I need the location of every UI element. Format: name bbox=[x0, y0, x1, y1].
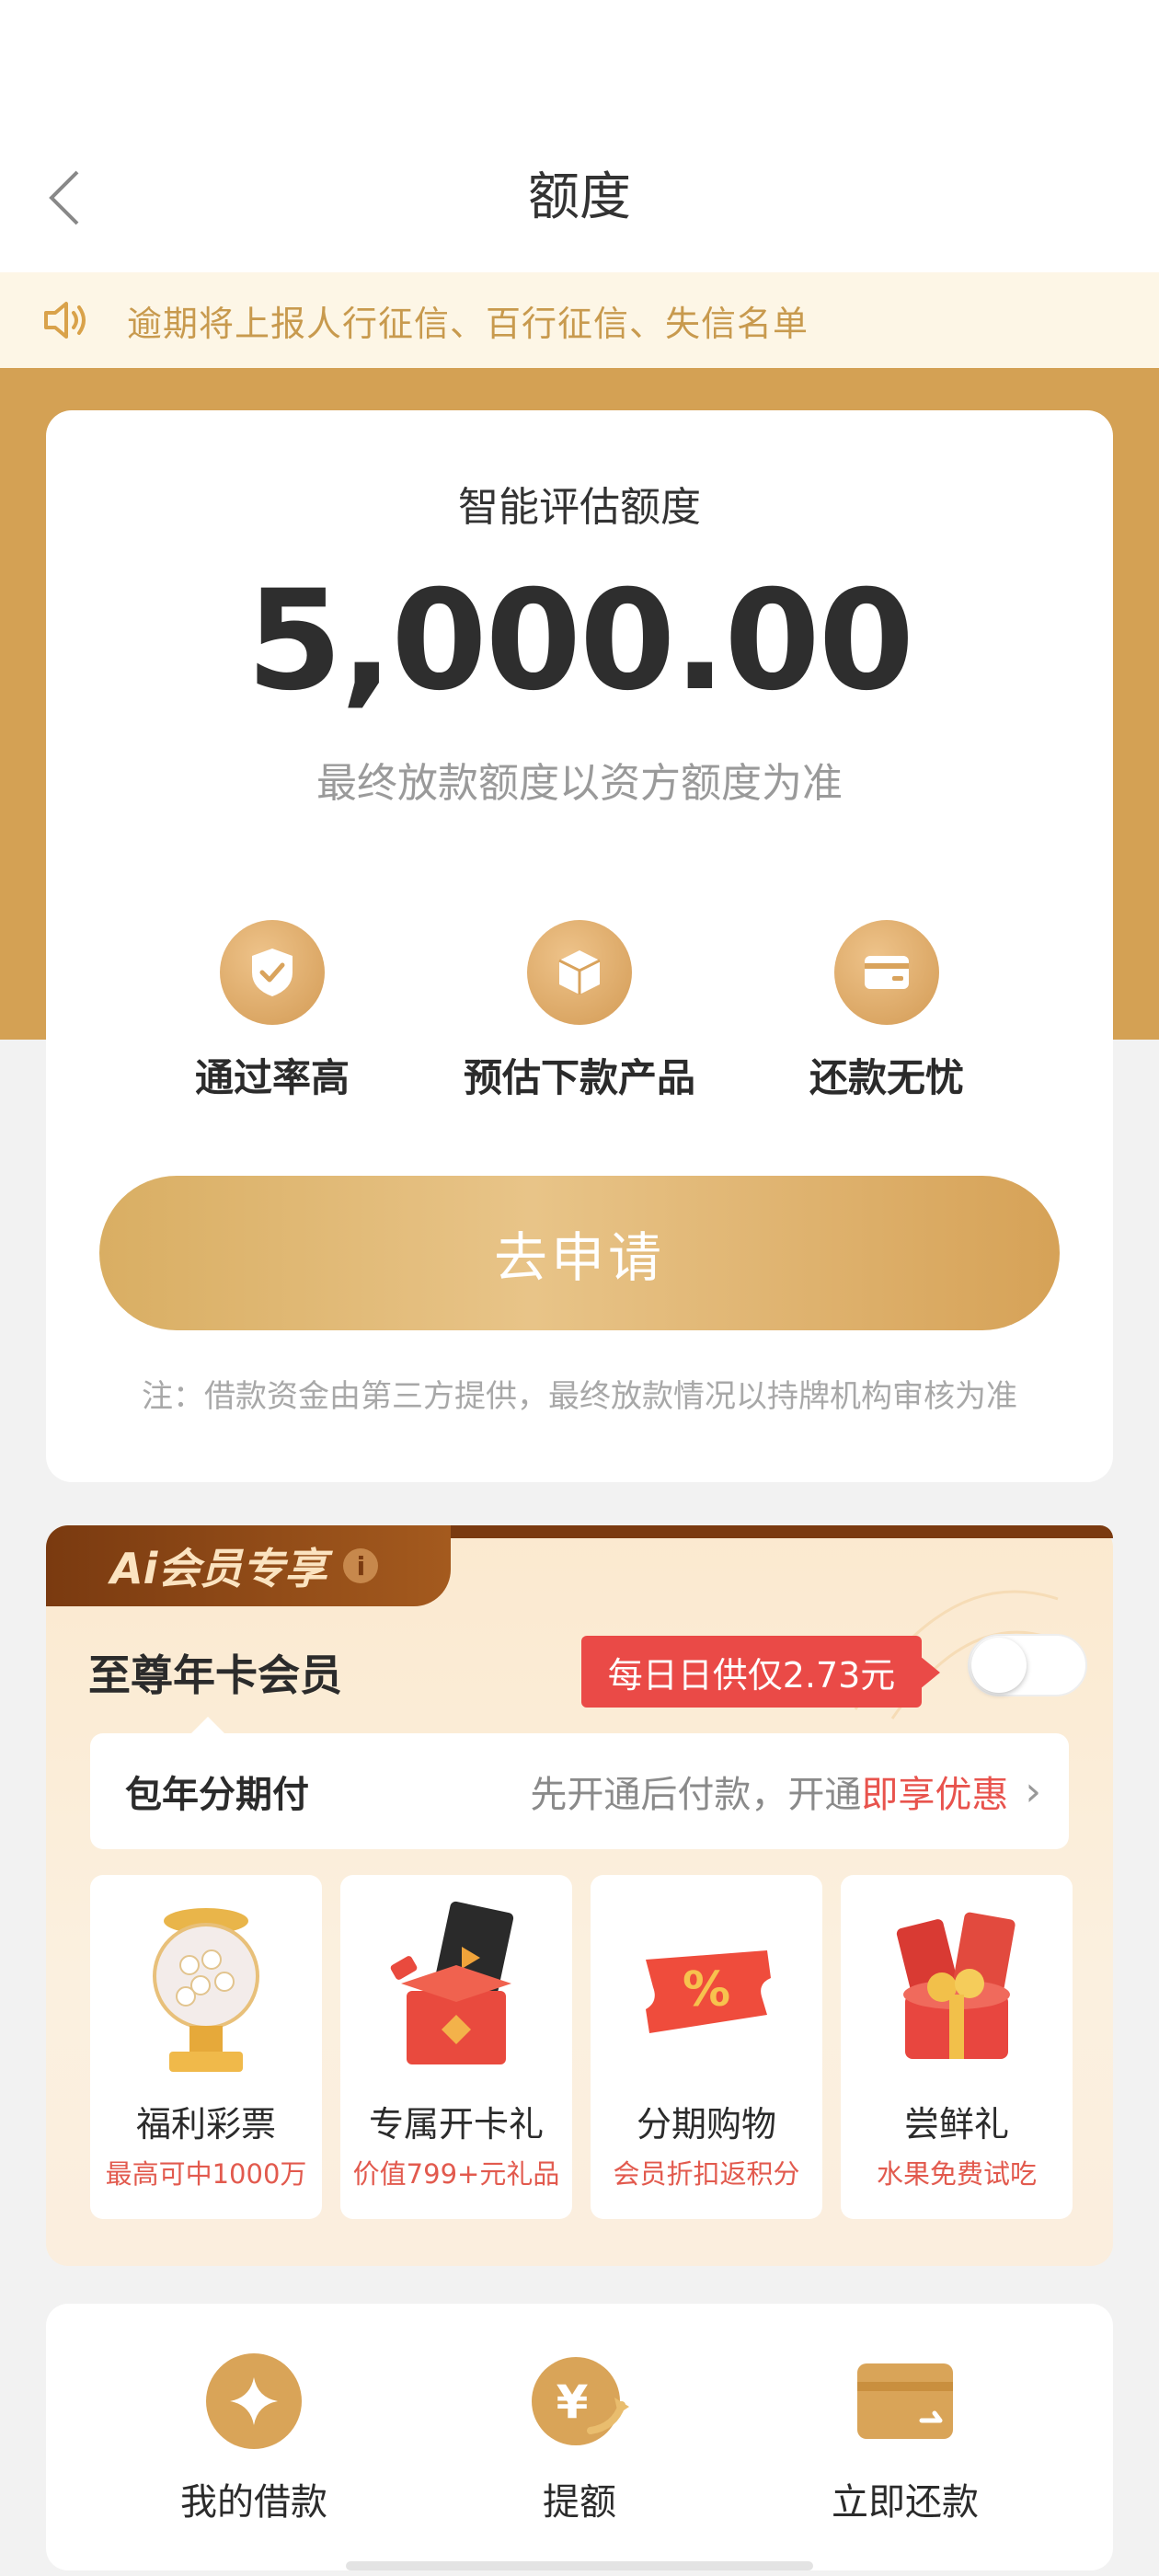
nav-label: 我的借款 bbox=[180, 2481, 327, 2524]
nav-my-loans[interactable]: 我的借款 bbox=[116, 2351, 392, 2525]
installment-pointer bbox=[191, 1717, 224, 1733]
card-icon bbox=[834, 920, 939, 1025]
notice-text: 逾期将上报人行征信、百行征信、失信名单 bbox=[127, 303, 809, 344]
box-icon bbox=[527, 920, 632, 1025]
quota-note: 最终放款额度以资方额度为准 bbox=[316, 760, 843, 807]
shield-check-icon bbox=[220, 920, 325, 1025]
page-title: 额度 bbox=[528, 167, 631, 227]
apply-button[interactable]: 去申请 bbox=[99, 1176, 1060, 1330]
nav-label: 提额 bbox=[543, 2481, 616, 2524]
perk-fresh-gift[interactable]: 尝鲜礼 水果免费试吃 bbox=[841, 1875, 1073, 2219]
perk-lottery[interactable]: 福利彩票 最高可中1000万 bbox=[90, 1875, 322, 2219]
yen-up-icon: ¥ bbox=[529, 2351, 630, 2452]
price-badge: 每日日供仅2.73元 bbox=[581, 1636, 922, 1708]
repay-card-icon bbox=[855, 2351, 956, 2452]
red-envelope-icon bbox=[896, 1912, 1016, 2059]
notice-bar: 逾期将上报人行征信、百行征信、失信名单 bbox=[0, 272, 1159, 368]
diamond-icon bbox=[203, 2351, 304, 2452]
member-tab-label: Ai会员专享 bbox=[110, 1544, 327, 1593]
speaker-icon bbox=[44, 302, 86, 339]
vip-title: 至尊年卡会员 bbox=[88, 1650, 342, 1700]
perk-card-gift[interactable]: 专属开卡礼 价值799+元礼品 bbox=[340, 1875, 572, 2219]
perk-title: 福利彩票 bbox=[135, 2104, 276, 2145]
price-badge-text: 每日日供仅2.73元 bbox=[607, 1654, 896, 1696]
status-bar bbox=[0, 0, 1159, 147]
svg-text:¥: ¥ bbox=[557, 2375, 589, 2429]
feature-pass-rate: 通过率高 bbox=[134, 920, 410, 1103]
perk-installment-shopping[interactable]: % 分期购物 会员折扣返积分 bbox=[591, 1875, 822, 2219]
quota-label: 智能评估额度 bbox=[458, 484, 701, 531]
gift-box-icon bbox=[390, 1901, 514, 2064]
installment-highlight: 即享优惠 bbox=[861, 1774, 1009, 1816]
vip-toggle-knob[interactable] bbox=[971, 1638, 1027, 1693]
nav-label: 立即还款 bbox=[832, 2481, 979, 2524]
feature-estimate-product: 预估下款产品 bbox=[442, 920, 717, 1103]
apply-button-label: 去申请 bbox=[493, 1228, 665, 1288]
coupon-icon: % bbox=[646, 1950, 771, 2033]
perk-subtitle: 价值799+元礼品 bbox=[352, 2158, 560, 2190]
price-badge-arrow bbox=[920, 1656, 940, 1689]
info-icon[interactable]: i bbox=[343, 1548, 379, 1583]
member-tab: Ai会员专享 i bbox=[46, 1525, 451, 1606]
nav-raise-limit[interactable]: ¥ 提额 bbox=[442, 2351, 717, 2525]
disclaimer-text: 注：借款资金由第三方提供，最终放款情况以持牌机构审核为准 bbox=[142, 1378, 1017, 1415]
perk-subtitle: 会员折扣返积分 bbox=[613, 2158, 800, 2190]
perk-subtitle: 水果免费试吃 bbox=[876, 2158, 1037, 2190]
perk-title: 尝鲜礼 bbox=[903, 2104, 1009, 2145]
home-indicator[interactable] bbox=[346, 2561, 813, 2570]
feature-repay-easy: 还款无忧 bbox=[749, 920, 1025, 1103]
perk-subtitle: 最高可中1000万 bbox=[105, 2158, 307, 2190]
feature-label: 还款无忧 bbox=[809, 1055, 964, 1100]
perk-title: 专属开卡礼 bbox=[368, 2104, 544, 2145]
perk-title: 分期购物 bbox=[636, 2104, 776, 2145]
installment-label: 包年分期付 bbox=[125, 1774, 309, 1816]
installment-row[interactable]: 包年分期付 先开通后付款，开通 即享优惠 › bbox=[90, 1733, 1069, 1849]
chevron-right-icon: › bbox=[1025, 1767, 1041, 1815]
lottery-icon bbox=[153, 1908, 259, 2072]
nav-repay-now[interactable]: 立即还款 bbox=[767, 2351, 1043, 2525]
installment-desc-group: 先开通后付款，开通 即享优惠 › bbox=[530, 1765, 1041, 1818]
feature-label: 预估下款产品 bbox=[463, 1055, 695, 1100]
svg-text:%: % bbox=[683, 1962, 730, 2018]
quota-amount: 5,000.00 bbox=[246, 561, 914, 721]
feature-label: 通过率高 bbox=[194, 1055, 350, 1100]
member-tab-strip bbox=[396, 1525, 1113, 1538]
installment-desc: 先开通后付款，开通 bbox=[530, 1774, 862, 1816]
